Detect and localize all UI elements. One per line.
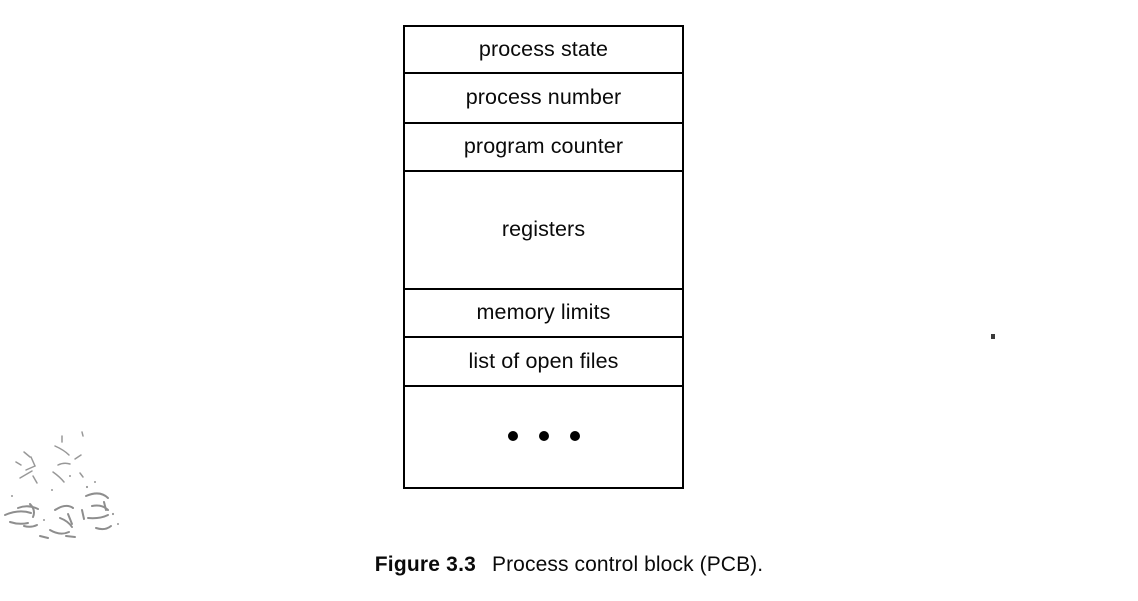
pcb-field-row: process number [405, 74, 682, 124]
pcb-field-row: registers [405, 172, 682, 290]
figure-number: Figure 3.3 [374, 553, 476, 576]
pcb-field-label: process state [478, 36, 609, 61]
figure-caption-text: Process control block (PCB). [491, 553, 764, 576]
figure-container: process state process number program cou… [0, 0, 1138, 601]
pcb-field-row: memory limits [405, 290, 682, 338]
ellipsis-dot [538, 431, 549, 441]
scan-artifact-smudge [4, 431, 119, 539]
ellipsis-icon [405, 431, 682, 441]
scan-artifact-speck [991, 334, 995, 339]
pcb-field-row: process state [405, 27, 682, 74]
ellipsis-dot [569, 431, 580, 441]
pcb-field-label: process number [465, 85, 622, 110]
pcb-field-row: program counter [405, 124, 682, 172]
pcb-diagram: process state process number program cou… [403, 25, 684, 489]
pcb-field-label: memory limits [476, 300, 611, 325]
pcb-field-label: list of open files [468, 348, 619, 373]
pcb-field-label: registers [501, 217, 586, 242]
pcb-field-label: program counter [463, 134, 624, 159]
figure-caption: Figure 3.3 Process control block (PCB). [0, 552, 1138, 577]
pcb-field-row: list of open files [405, 338, 682, 387]
ellipsis-dot [507, 431, 518, 441]
pcb-continuation-row [405, 387, 682, 487]
